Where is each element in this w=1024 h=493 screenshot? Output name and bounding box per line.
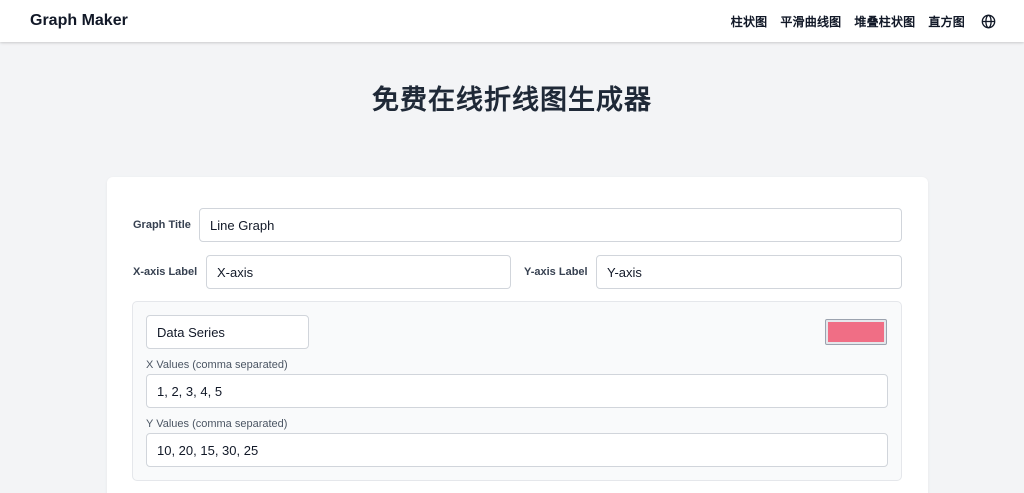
nav-link-bar-chart[interactable]: 柱状图 bbox=[731, 13, 768, 30]
data-series-panel: X Values (comma separated) Y Values (com… bbox=[132, 301, 902, 481]
x-values-label: X Values (comma separated) bbox=[146, 359, 288, 371]
nav-link-smooth-line-chart[interactable]: 平滑曲线图 bbox=[780, 13, 841, 30]
nav-links: 柱状图 平滑曲线图 堆叠柱状图 直方图 bbox=[731, 13, 996, 30]
series-color-picker[interactable] bbox=[825, 319, 887, 345]
x-values-input[interactable] bbox=[146, 374, 888, 408]
y-values-label: Y Values (comma separated) bbox=[146, 418, 288, 430]
brand-logo[interactable]: Graph Maker bbox=[30, 12, 128, 30]
nav-link-stacked-bar-chart[interactable]: 堆叠柱状图 bbox=[854, 13, 915, 30]
y-axis-label-label: Y-axis Label bbox=[524, 266, 588, 278]
nav-link-histogram[interactable]: 直方图 bbox=[928, 13, 965, 30]
graph-title-label: Graph Title bbox=[133, 219, 191, 231]
series-color-fill bbox=[828, 322, 884, 342]
graph-form-card: Graph Title X-axis Label Y-axis Label X … bbox=[107, 177, 928, 493]
y-axis-label-input[interactable] bbox=[596, 255, 902, 289]
x-axis-label-input[interactable] bbox=[206, 255, 511, 289]
graph-title-input[interactable] bbox=[199, 208, 902, 242]
series-name-input[interactable] bbox=[146, 315, 309, 349]
globe-icon[interactable] bbox=[980, 13, 996, 29]
top-navbar: Graph Maker 柱状图 平滑曲线图 堆叠柱状图 直方图 bbox=[0, 0, 1024, 42]
y-values-input[interactable] bbox=[146, 433, 888, 467]
x-axis-label-label: X-axis Label bbox=[133, 266, 198, 278]
page-title: 免费在线折线图生成器 bbox=[372, 85, 652, 116]
